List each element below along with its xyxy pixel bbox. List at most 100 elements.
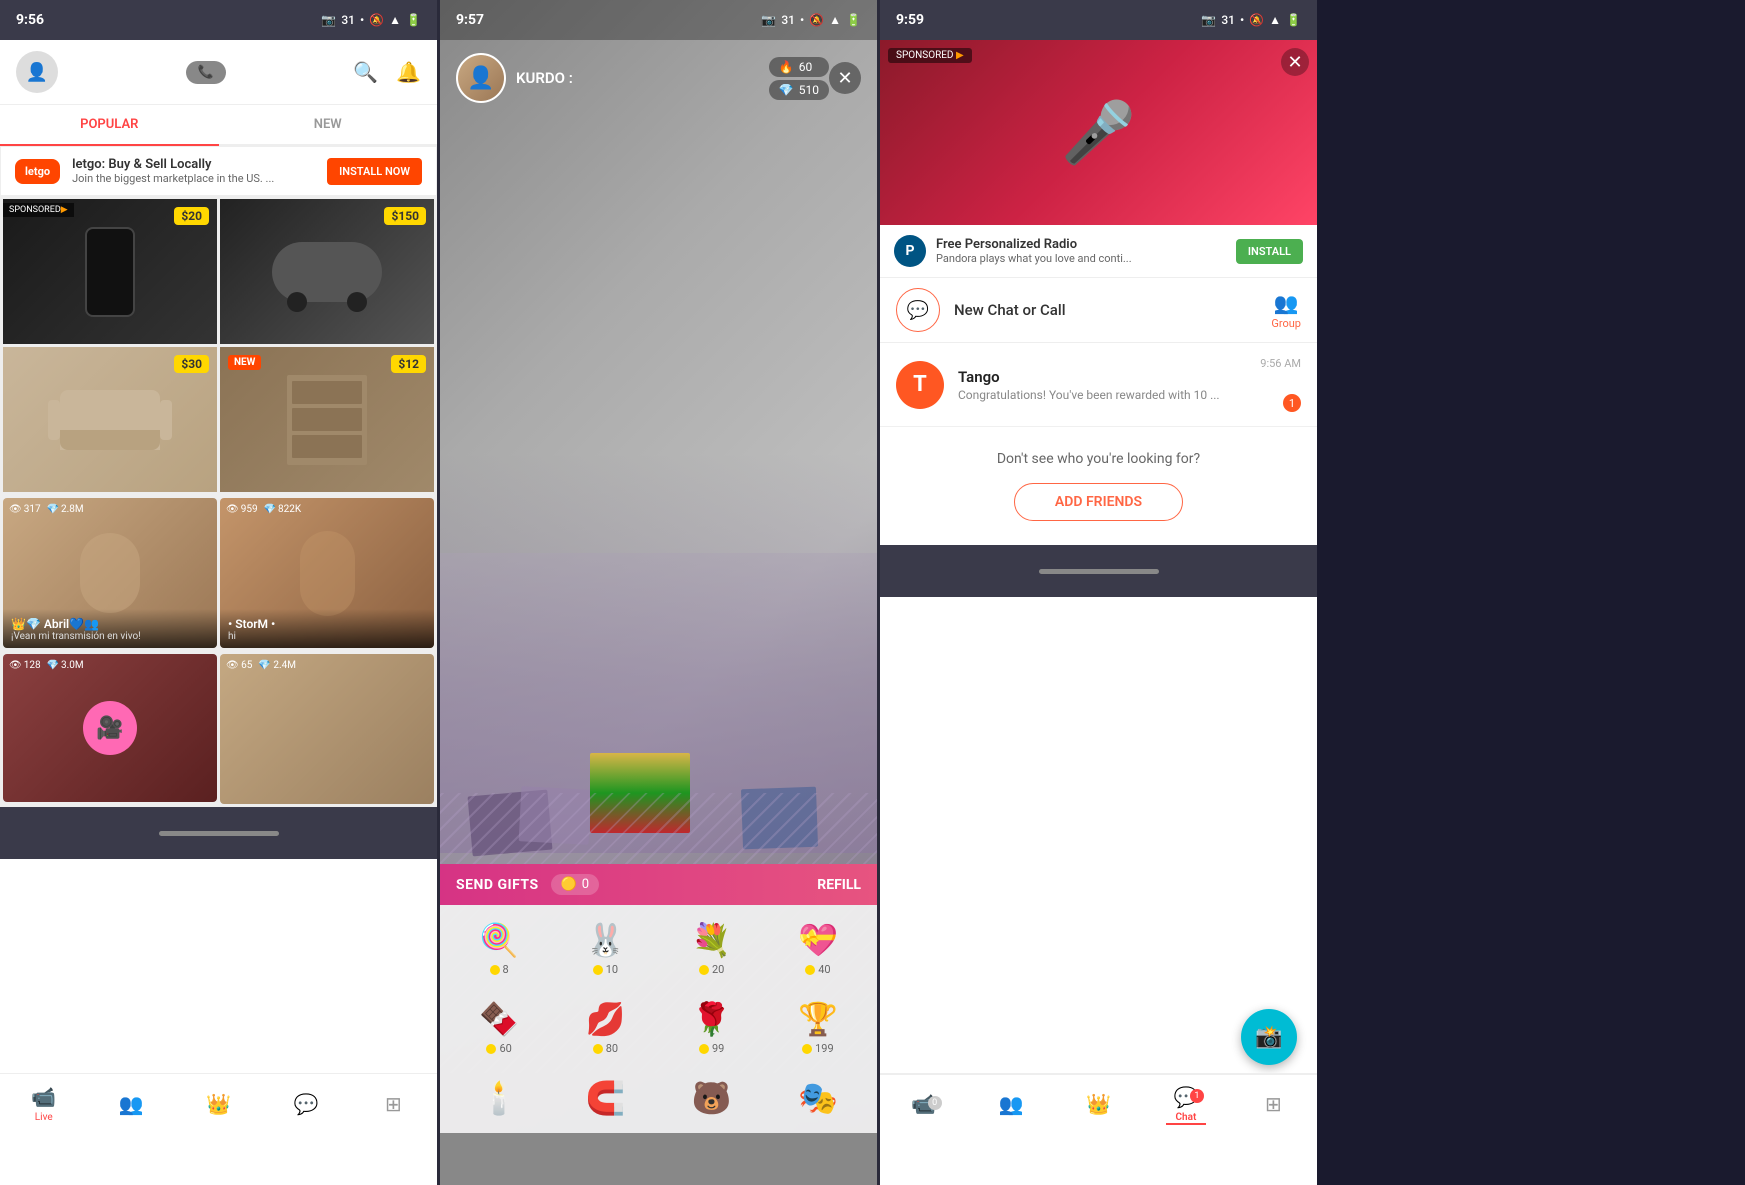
search-icon[interactable]: 🔍 xyxy=(353,60,378,84)
stream-username: KURDO : xyxy=(516,69,769,87)
phone-icon: 📞 xyxy=(198,65,214,80)
nav-chat-3[interactable]: 💬 Chat 1 xyxy=(1142,1085,1229,1123)
gift-misc[interactable]: 🎭 xyxy=(767,1071,869,1125)
fire-count: 🔥 60 xyxy=(769,57,829,77)
gift-panel: SEND GIFTS 🟡 0 REFILL 🍭 8 🐰 10 xyxy=(440,864,877,1133)
trophy-icon: 🏆 xyxy=(798,1000,838,1038)
sponsored-badge: SPONSORED▶ xyxy=(3,203,74,217)
nav-crown-3[interactable]: 👑 xyxy=(1055,1092,1142,1116)
ad-singer-image: 🎤 xyxy=(880,40,1317,225)
gift-flowers[interactable]: 💐 20 xyxy=(661,913,763,984)
bottom-nav-1: 📹 Live 👥 👑 💬 ⊞ xyxy=(0,1073,437,1133)
gift-rose[interactable]: 🌹 99 xyxy=(661,992,763,1063)
add-friends-prompt: Don't see who you're looking for? xyxy=(997,451,1200,467)
video-toggle[interactable]: 📞 xyxy=(186,61,226,84)
product-dresser[interactable]: NEW $12 xyxy=(220,347,434,492)
status-icons-3: 📷 31 • 🔕 ▲ 🔋 xyxy=(1201,13,1301,27)
add-friends-btn[interactable]: ADD FRIENDS xyxy=(1014,483,1183,521)
nav-bar-1 xyxy=(0,807,437,859)
coin-dot xyxy=(490,965,500,975)
tango-name: Tango xyxy=(958,368,1246,386)
product-car[interactable]: $150 xyxy=(220,199,434,344)
coin-dot-6 xyxy=(593,1044,603,1054)
time-2: 9:57 xyxy=(456,12,484,28)
battery-icon: 🔋 xyxy=(406,13,421,27)
live-info-2: • StorM • hi xyxy=(220,609,434,648)
gift-heart[interactable]: 💝 40 xyxy=(767,913,869,984)
ad-title: letgo: Buy & Sell Locally xyxy=(72,157,315,172)
gift-lips[interactable]: 💋 80 xyxy=(554,992,656,1063)
sponsored-flag-icon: ▶ xyxy=(956,50,964,61)
install-btn[interactable]: INSTALL NOW xyxy=(327,158,422,185)
ad-close-btn[interactable]: ✕ xyxy=(1281,48,1309,76)
gift-toolbar: SEND GIFTS 🟡 0 REFILL xyxy=(440,864,877,905)
gift-cost-60: 60 xyxy=(486,1042,511,1055)
pandora-text: Free Personalized Radio Pandora plays wh… xyxy=(936,237,1226,265)
product-phone[interactable]: SPONSORED▶ $20 xyxy=(3,199,217,344)
diamond-count-2: 💎 822K xyxy=(264,504,302,515)
coin-dot-7 xyxy=(699,1044,709,1054)
gift-cost-10: 10 xyxy=(593,963,618,976)
nav-groups[interactable]: 👥 xyxy=(87,1092,174,1116)
tango-chat-row[interactable]: T Tango Congratulations! You've been rew… xyxy=(880,343,1317,427)
video-record-btn[interactable]: 🎥 xyxy=(83,701,137,755)
nav-grid[interactable]: ⊞ xyxy=(350,1092,437,1116)
nav-bar-3 xyxy=(880,545,1317,597)
live-item-2[interactable]: 👁 959 💎 822K • StorM • hi xyxy=(220,498,434,648)
tab-popular[interactable]: POPULAR xyxy=(0,105,219,146)
chat-header: 💬 New Chat or Call 👥 Group xyxy=(880,278,1317,343)
nav-groups-3[interactable]: 👥 xyxy=(967,1092,1054,1116)
diamond-count: 💎 510 xyxy=(769,80,829,100)
video-tile-2[interactable]: 👁 65 💎 2.4M xyxy=(220,654,434,804)
nav-live[interactable]: 📹 Live xyxy=(0,1085,87,1123)
nav-messages[interactable]: 💬 xyxy=(262,1092,349,1116)
home-indicator-3[interactable] xyxy=(1039,569,1159,574)
nav-grid-3[interactable]: ⊞ xyxy=(1230,1092,1317,1116)
live-icon: 📹 xyxy=(31,1085,56,1109)
video-tile-1[interactable]: 👁 128 💎 3.0M 🎥 xyxy=(3,654,217,802)
close-stream-btn[interactable]: ✕ xyxy=(829,62,861,94)
coin-dot-3 xyxy=(699,965,709,975)
gift-bear[interactable]: 🐻 xyxy=(661,1071,763,1125)
nav-live-3[interactable]: 📹 0 xyxy=(880,1092,967,1116)
nav-crown[interactable]: 👑 xyxy=(175,1092,262,1116)
refill-btn[interactable]: REFILL xyxy=(817,877,861,893)
gift-trophy[interactable]: 🏆 199 xyxy=(767,992,869,1063)
tab-new[interactable]: NEW xyxy=(219,105,438,146)
time-1: 9:56 xyxy=(16,12,44,28)
pandora-install-btn[interactable]: INSTALL xyxy=(1236,239,1303,264)
grid-icon: ⊞ xyxy=(385,1092,402,1116)
gift-cost-199: 199 xyxy=(802,1042,834,1055)
video-meta: 👁 128 💎 3.0M xyxy=(9,660,84,671)
stream-user-info: KURDO : xyxy=(516,69,769,87)
dot-icon: • xyxy=(360,13,364,27)
fab-camera-btn[interactable]: 📸 xyxy=(1241,1009,1297,1065)
gift-lollipop[interactable]: 🍭 8 xyxy=(448,913,550,984)
pandora-subtitle: Pandora plays what you love and conti... xyxy=(936,252,1156,265)
ad-banner-letgo: letgo letgo: Buy & Sell Locally Join the… xyxy=(0,146,437,196)
bear-icon: 🐻 xyxy=(692,1079,732,1117)
pandora-title: Free Personalized Radio xyxy=(936,237,1226,252)
coin-dot-8 xyxy=(802,1044,812,1054)
new-chat-label[interactable]: New Chat or Call xyxy=(954,301,1257,319)
gift-candle[interactable]: 🕯️ xyxy=(448,1071,550,1125)
send-gifts-btn[interactable]: SEND GIFTS xyxy=(456,877,539,893)
streamer-avatar[interactable]: 👤 xyxy=(456,53,506,103)
product-sofa[interactable]: $30 xyxy=(3,347,217,492)
heart-icon: 💝 xyxy=(798,921,838,959)
home-indicator-1[interactable] xyxy=(159,831,279,836)
phone2-stream: 9:57 📷 31 • 🔕 ▲ 🔋 👤 KURDO : xyxy=(440,0,877,1185)
ad-subtitle: Join the biggest marketplace in the US. … xyxy=(72,172,315,185)
bell-mute-icon-3: 🔕 xyxy=(1249,13,1264,27)
gift-horseshoe[interactable]: 🧲 xyxy=(554,1071,656,1125)
group-btn[interactable]: 👥 Group xyxy=(1271,291,1301,330)
camera-smile-icon: 📸 xyxy=(1255,1025,1282,1050)
live-meta-1: 👁 317 💎 2.8M xyxy=(9,504,84,515)
live-item-1[interactable]: 👁 317 💎 2.8M 👑💎 Abril💙👥 ¡Vean mi transmi… xyxy=(3,498,217,648)
user-avatar[interactable]: 👤 xyxy=(16,51,58,93)
notification-icon[interactable]: 🔔 xyxy=(396,60,421,84)
tango-time: 9:56 AM xyxy=(1260,357,1301,370)
gift-chocolate[interactable]: 🍫 60 xyxy=(448,992,550,1063)
coin-balance: 🟡 0 xyxy=(551,874,600,895)
gift-bunny[interactable]: 🐰 10 xyxy=(554,913,656,984)
